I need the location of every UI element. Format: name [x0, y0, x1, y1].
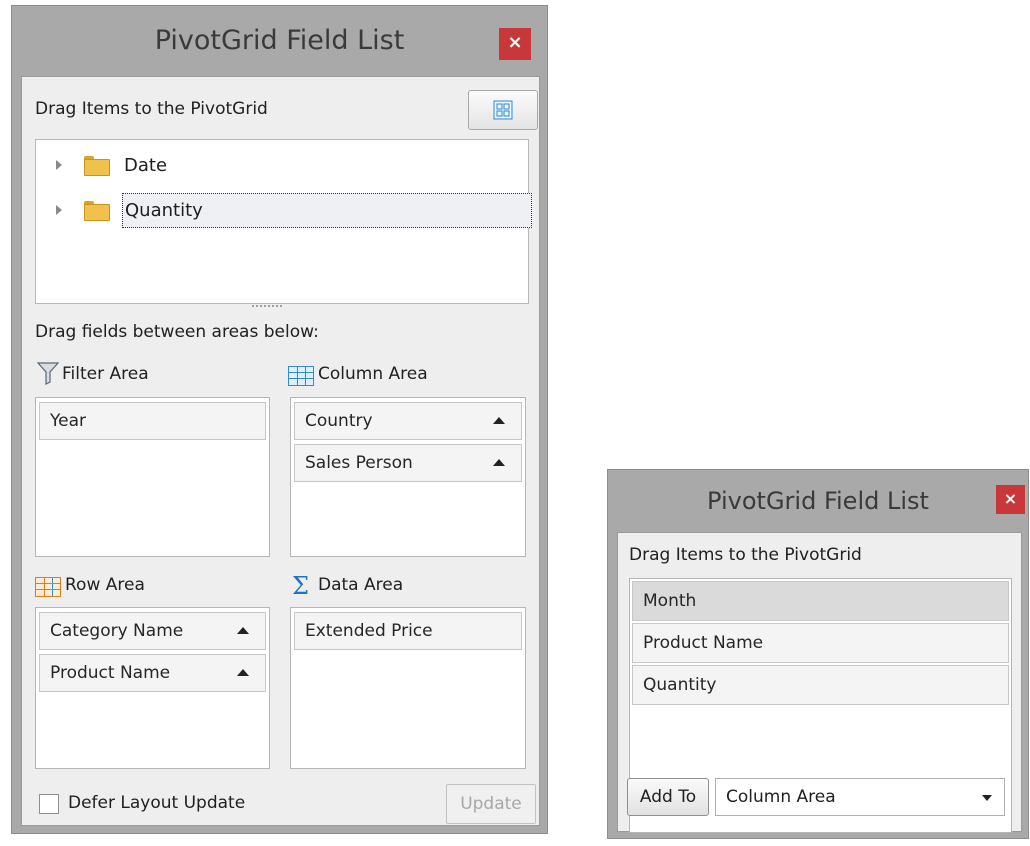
field-list-window: PivotGrid Field List × Drag Items to the… — [11, 5, 548, 834]
layout-button[interactable] — [468, 90, 538, 130]
field-item-quantity[interactable]: Quantity — [632, 665, 1009, 705]
field-label: Country — [305, 411, 373, 431]
field-label: Sales Person — [305, 453, 413, 473]
close-button[interactable]: × — [499, 28, 531, 60]
folder-icon — [84, 156, 110, 176]
row-grid-icon — [35, 577, 61, 597]
field-item-country[interactable]: Country — [294, 402, 522, 440]
sort-ascending-icon[interactable] — [493, 417, 505, 424]
add-to-button[interactable]: Add To — [627, 778, 709, 816]
sort-ascending-icon[interactable] — [237, 627, 249, 634]
window-title: PivotGrid Field List — [154, 25, 405, 56]
field-list-body: Drag Items to the PivotGrid Date Quantit… — [21, 76, 540, 826]
column-area[interactable]: Country Sales Person — [290, 397, 526, 557]
field-item-product-name[interactable]: Product Name — [632, 623, 1009, 663]
tree-node-label: Date — [124, 154, 168, 176]
tree-node-quantity[interactable]: Quantity — [36, 190, 532, 230]
field-tree[interactable]: Date Quantity — [35, 139, 532, 304]
sort-ascending-icon[interactable] — [493, 459, 505, 466]
sort-ascending-icon[interactable] — [237, 669, 249, 676]
window-title: PivotGrid Field List — [707, 487, 929, 515]
target-area-dropdown[interactable]: Column Area — [715, 778, 1005, 816]
defer-layout-label: Defer Layout Update — [68, 793, 246, 813]
update-button[interactable]: Update — [446, 784, 536, 824]
compact-field-list-body: Drag Items to the PivotGrid Month Produc… — [617, 532, 1022, 833]
data-area[interactable]: Extended Price — [290, 607, 526, 769]
expand-arrow-icon[interactable] — [56, 205, 62, 215]
field-item-category-name[interactable]: Category Name — [39, 612, 266, 650]
field-item-sales-person[interactable]: Sales Person — [294, 444, 522, 482]
field-item-month[interactable]: Month — [632, 581, 1009, 621]
field-item-extended-price[interactable]: Extended Price — [294, 612, 522, 650]
filter-area-title: Filter Area — [62, 364, 149, 384]
drag-items-label: Drag Items to the PivotGrid — [35, 99, 268, 119]
field-item-year[interactable]: Year — [39, 402, 266, 440]
sigma-icon: Σ — [292, 572, 309, 600]
dropdown-value: Column Area — [726, 787, 836, 807]
column-area-title: Column Area — [318, 364, 428, 384]
tree-node-date[interactable]: Date — [36, 145, 173, 185]
expand-arrow-icon[interactable] — [56, 160, 62, 170]
layout-grid-icon — [493, 100, 513, 120]
chevron-down-icon[interactable] — [982, 795, 992, 801]
row-area[interactable]: Category Name Product Name — [35, 607, 270, 769]
filter-area[interactable]: Year — [35, 397, 270, 557]
compact-field-list-window: PivotGrid Field List × Drag Items to the… — [607, 469, 1029, 839]
drag-fields-label: Drag fields between areas below: — [35, 322, 319, 342]
row-area-title: Row Area — [65, 575, 145, 595]
folder-icon — [84, 201, 110, 221]
tree-node-label: Quantity — [122, 192, 532, 228]
data-area-title: Data Area — [318, 575, 404, 595]
close-button[interactable]: × — [996, 485, 1025, 514]
funnel-icon — [37, 362, 59, 385]
field-label: Product Name — [50, 663, 171, 683]
defer-layout-checkbox[interactable] — [39, 794, 59, 814]
drag-items-label: Drag Items to the PivotGrid — [629, 545, 862, 565]
splitter-grip[interactable] — [252, 305, 282, 311]
field-item-product-name[interactable]: Product Name — [39, 654, 266, 692]
column-grid-icon — [288, 366, 314, 386]
field-label: Category Name — [50, 621, 184, 641]
